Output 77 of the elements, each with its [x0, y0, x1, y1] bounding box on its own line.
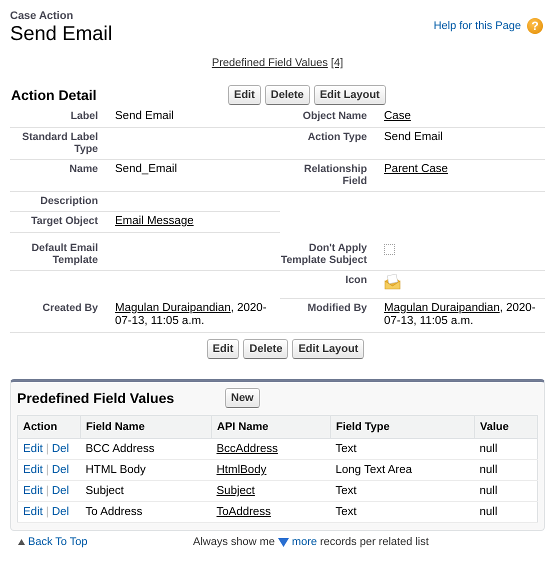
field-value: Magulan Duraipandian, 2020-07-13, 11:05 a.m. — [384, 302, 536, 327]
field-value: Send Email — [115, 110, 174, 122]
field-value-link[interactable]: Case — [384, 110, 411, 122]
section-title: Action Detail — [11, 87, 97, 103]
edit-layout-button[interactable]: Edit Layout — [314, 85, 386, 105]
dropdown-icon[interactable] — [278, 538, 289, 546]
action-button[interactable]: Edit — [228, 85, 261, 105]
delete-link[interactable]: Del — [52, 485, 70, 497]
delete-link[interactable]: Del — [52, 506, 70, 518]
action-button[interactable]: Delete — [264, 85, 310, 105]
link-separator: | — [46, 464, 49, 476]
column-header: Value — [474, 416, 538, 438]
table-cell: HTML Body — [86, 464, 146, 476]
field-label: Created By — [42, 302, 98, 316]
edit-link[interactable]: Edit — [23, 506, 43, 518]
table-cell: Subject — [86, 485, 124, 497]
page-title: Send Email — [10, 23, 112, 45]
column-header: Field Name — [80, 416, 212, 438]
up-arrow-icon — [18, 539, 25, 545]
table-cell: null — [480, 464, 498, 476]
field-label: Don't Apply Template Subject — [280, 242, 367, 266]
related-list-link[interactable]: Predefined Field Values — [212, 57, 328, 69]
table-cell: Text — [336, 506, 357, 518]
action-button[interactable]: Delete — [243, 339, 288, 359]
field-value: Magulan Duraipandian, 2020-07-13, 11:05 a.m. — [115, 302, 267, 327]
help-link[interactable]: Help for this Page — [434, 20, 521, 32]
table-cell: null — [480, 485, 498, 497]
table-cell: To Address — [86, 506, 142, 518]
field-label: Object Name — [302, 110, 367, 123]
action-button[interactable]: Edit — [206, 339, 240, 359]
more-link[interactable]: more — [292, 536, 317, 548]
edit-link[interactable]: Edit — [23, 464, 43, 476]
column-header: Action — [18, 416, 80, 438]
related-count-link[interactable]: [4] — [330, 57, 344, 69]
link-separator: | — [46, 506, 49, 518]
field-label: Relationship Field — [302, 163, 367, 187]
table-cell: Long Text Area — [336, 464, 412, 476]
column-header: Field Type — [330, 416, 474, 438]
api-name-link[interactable]: BccAddress — [216, 443, 278, 455]
field-label: Description — [39, 195, 98, 207]
field-value-link[interactable]: Email Message — [115, 215, 194, 227]
edit-layout-button[interactable]: Edit Layout — [292, 339, 364, 359]
link-separator: | — [46, 485, 49, 497]
back-to-top-link[interactable]: Back To Top — [28, 536, 88, 548]
link-separator: | — [46, 443, 49, 455]
panel-title: Predefined Field Values — [17, 390, 174, 406]
new-button[interactable]: New — [225, 388, 260, 408]
edit-link[interactable]: Edit — [23, 485, 43, 497]
field-value-link[interactable]: Parent Case — [384, 163, 448, 175]
field-value: Send_Email — [115, 163, 178, 175]
field-label: Name — [68, 163, 98, 177]
edit-link[interactable]: Edit — [23, 443, 43, 455]
footer-text: records per related list — [320, 536, 429, 548]
user-link[interactable]: Magulan Duraipandian — [384, 302, 500, 314]
table-cell: null — [480, 506, 498, 518]
api-name-link[interactable]: Subject — [216, 485, 255, 497]
user-link[interactable]: Magulan Duraipandian — [115, 302, 231, 314]
field-label: Icon — [344, 274, 367, 288]
field-label: Standard Label Type — [21, 131, 98, 155]
api-name-link[interactable]: HtmlBody — [216, 464, 266, 476]
delete-link[interactable]: Del — [52, 464, 70, 476]
field-value: Send Email — [384, 131, 443, 143]
delete-link[interactable]: Del — [52, 443, 70, 455]
table-cell: Text — [336, 485, 357, 497]
api-name-link[interactable]: ToAddress — [216, 506, 271, 518]
field-label: Action Type — [306, 131, 367, 145]
footer-text: Always show me — [193, 536, 275, 548]
field-label: Target Object — [30, 215, 98, 228]
page-type-label: Case Action — [10, 10, 74, 22]
table-cell: null — [480, 443, 498, 455]
envelope-icon — [384, 274, 401, 290]
table-cell: BCC Address — [86, 443, 155, 455]
field-label: Label — [70, 110, 98, 123]
table-cell: Text — [336, 443, 357, 455]
column-header: API Name — [212, 416, 330, 438]
field-label: Default Email Template — [30, 242, 98, 266]
field-label: Modified By — [306, 302, 367, 316]
